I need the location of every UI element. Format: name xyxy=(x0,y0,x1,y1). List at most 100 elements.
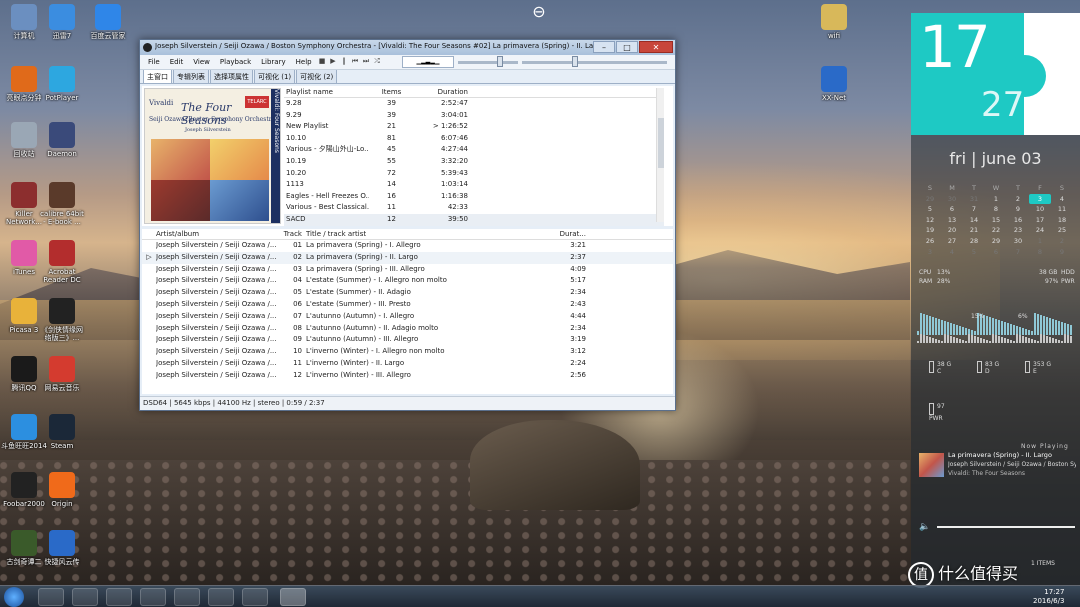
start-button[interactable] xyxy=(4,587,24,607)
playlist-scrollbar[interactable] xyxy=(656,88,664,222)
menu-edit[interactable]: Edit xyxy=(166,57,188,67)
track-row[interactable]: Joseph Silverstein / Seiji Ozawa /... 11 L… xyxy=(142,358,673,370)
playing-indicator-icon xyxy=(142,264,156,276)
track-row[interactable]: ▷ Joseph Silverstein / Seiji Ozawa /... 02… xyxy=(142,251,673,264)
previous-icon[interactable]: ⏮ xyxy=(351,57,359,66)
volume-bar[interactable] xyxy=(522,61,667,64)
calendar-day: 25 xyxy=(1057,226,1067,235)
minimize-button[interactable]: – xyxy=(593,41,615,53)
playlist-items: 45 xyxy=(387,145,396,154)
track-row[interactable]: Joseph Silverstein / Seiji Ozawa /... 06 L… xyxy=(142,299,673,311)
desktop-icon[interactable]: 网易云音乐 xyxy=(38,356,86,392)
ram-graph-bar xyxy=(980,338,982,343)
taskbar-baidu[interactable] xyxy=(174,588,200,606)
stop-icon[interactable]: ■ xyxy=(318,57,326,66)
col-duration[interactable]: Duration xyxy=(414,88,468,97)
tab-selection-properties[interactable]: 选择项属性 xyxy=(210,69,253,83)
playlist-scroll-thumb[interactable] xyxy=(658,118,664,168)
taskbar-app[interactable] xyxy=(242,588,268,606)
foobar-window[interactable]: Joseph Silverstein / Seiji Ozawa / Bosto… xyxy=(139,39,676,411)
desktop-icon[interactable]: Acrobat Reader DC xyxy=(38,240,86,284)
col-playlist-name[interactable]: Playlist name xyxy=(284,88,369,97)
menu-help[interactable]: Help xyxy=(292,57,316,67)
playlist-row[interactable]: SACD 12 39:50 xyxy=(284,213,664,226)
close-button[interactable]: ✕ xyxy=(639,41,673,53)
desktop-icon[interactable]: Origin xyxy=(38,472,86,508)
playlist-row[interactable]: 10.20 72 5:39:43 xyxy=(284,168,664,180)
window-titlebar[interactable]: Joseph Silverstein / Seiji Ozawa / Bosto… xyxy=(140,40,675,55)
desktop-icon[interactable]: XX-Net xyxy=(810,66,858,102)
widget-volume-slider[interactable] xyxy=(937,526,1075,528)
track-row[interactable]: Joseph Silverstein / Seiji Ozawa /... 12 L… xyxy=(142,370,673,382)
playlist-row[interactable]: Various - Best Classical... 11 42:33 xyxy=(284,202,664,214)
seek-bar[interactable] xyxy=(458,61,518,64)
tab-visualization-2[interactable]: 可视化 (2) xyxy=(296,69,338,83)
tab-main-window[interactable]: 主窗口 xyxy=(143,69,172,83)
maximize-button[interactable]: □ xyxy=(616,41,638,53)
menu-view[interactable]: View xyxy=(189,57,214,67)
desktop-icon[interactable]: calibre 64bit - E-book ... xyxy=(38,182,86,226)
play-icon[interactable]: ▶ xyxy=(329,57,337,66)
taskbar-thunder[interactable] xyxy=(140,588,166,606)
playlist-row[interactable]: 10.19 55 3:32:20 xyxy=(284,156,664,168)
desktop-icon-label: Steam xyxy=(50,442,74,450)
playlist-name: New Playlist xyxy=(286,122,329,131)
playlist-row[interactable]: Eagles - Hell Freezes O... 16 1:16:38 xyxy=(284,191,664,203)
now-playing-art xyxy=(919,453,944,477)
col-items[interactable]: Items xyxy=(369,88,414,97)
pause-icon[interactable]: ‖ xyxy=(340,57,348,66)
track-row[interactable]: Joseph Silverstein / Seiji Ozawa /... 07 L… xyxy=(142,311,673,323)
track-row[interactable]: Joseph Silverstein / Seiji Ozawa /... 10 L… xyxy=(142,346,673,358)
playlist-items: 21 xyxy=(387,122,396,131)
track-row[interactable]: Joseph Silverstein / Seiji Ozawa /... 01 L… xyxy=(142,240,673,252)
desktop-icon[interactable]: 《剑侠情缘网络版三》... xyxy=(38,298,86,342)
playlist-duration: > 1:26:52 xyxy=(432,122,468,131)
menu-library[interactable]: Library xyxy=(257,57,289,67)
col-title[interactable]: Title / track artist xyxy=(306,229,536,239)
track-row[interactable]: Joseph Silverstein / Seiji Ozawa /... 09 L… xyxy=(142,334,673,346)
app-icon xyxy=(11,414,37,440)
desktop-icon-label: Acrobat Reader DC xyxy=(43,268,81,284)
track-list-header: Artist/album Track ... Title / track art… xyxy=(142,229,673,249)
app-icon xyxy=(49,356,75,382)
desktop-icon[interactable]: 快捷风云传 xyxy=(38,530,86,566)
menu-playback[interactable]: Playback xyxy=(216,57,255,67)
desktop-icon[interactable]: Daemon xyxy=(38,122,86,158)
watermark: 值什么值得买 xyxy=(908,560,1018,588)
track-row[interactable]: Joseph Silverstein / Seiji Ozawa /... 05 L… xyxy=(142,287,673,299)
app-icon xyxy=(49,122,75,148)
volume-handle[interactable] xyxy=(572,56,578,67)
desktop-icon[interactable]: 百度云管家 xyxy=(84,4,132,40)
tray-clock[interactable]: 17:27 2016/6/3 xyxy=(1033,588,1064,606)
playlist-row[interactable]: Various - 夕陽山外山-Lo... 45 4:27:44 xyxy=(284,144,664,156)
desktop-icon[interactable]: Steam xyxy=(38,414,86,450)
track-row[interactable]: Joseph Silverstein / Seiji Ozawa /... 08 L… xyxy=(142,323,673,335)
taskbar-foobar[interactable] xyxy=(280,588,306,606)
playlist-row[interactable]: 1113 14 1:03:14 xyxy=(284,179,664,191)
taskbar-media[interactable] xyxy=(72,588,98,606)
speaker-icon[interactable]: 🔈 xyxy=(919,522,930,532)
track-row[interactable]: Joseph Silverstein / Seiji Ozawa /... 03 L… xyxy=(142,264,673,276)
random-icon[interactable]: ⤮ xyxy=(373,57,381,66)
col-artist-album[interactable]: Artist/album xyxy=(156,229,276,239)
playlist-row[interactable]: New Playlist 21 > 1:26:52 xyxy=(284,121,664,133)
desktop-icon[interactable]: 迅雷7 xyxy=(38,4,86,40)
col-track-duration[interactable]: Durat... xyxy=(536,229,586,239)
col-track[interactable]: Track ... xyxy=(276,229,306,249)
taskbar-explorer[interactable] xyxy=(106,588,132,606)
track-row[interactable]: Joseph Silverstein / Seiji Ozawa /... 04 L… xyxy=(142,275,673,287)
taskbar-chrome[interactable] xyxy=(38,588,64,606)
desktop-icon[interactable]: wifi xyxy=(810,4,858,40)
playlist-row[interactable]: 9.29 39 3:04:01 xyxy=(284,110,664,122)
tab-visualization-1[interactable]: 可视化 (1) xyxy=(254,69,296,83)
playlist-row[interactable]: 10.10 81 6:07:46 xyxy=(284,133,664,145)
top-center-logo-icon: ⊖ xyxy=(532,2,546,21)
menu-file[interactable]: File xyxy=(144,57,164,67)
tab-album-list[interactable]: 专辑列表 xyxy=(173,69,209,83)
app-icon xyxy=(95,4,121,30)
desktop-icon[interactable]: PotPlayer xyxy=(38,66,86,102)
playlist-row[interactable]: 9.28 39 2:52:47 xyxy=(284,98,664,110)
seek-handle[interactable] xyxy=(497,56,503,67)
taskbar-itunes[interactable] xyxy=(208,588,234,606)
next-icon[interactable]: ⏭ xyxy=(362,57,370,66)
